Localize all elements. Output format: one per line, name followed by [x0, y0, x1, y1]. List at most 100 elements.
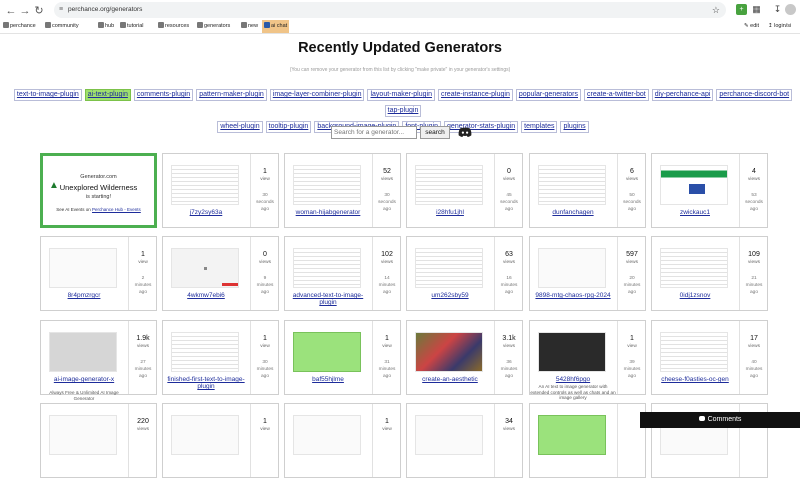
ad-status: is starting! [85, 194, 112, 200]
generator-card[interactable]: create-an-aesthetic 3.1k views 36 minutes ago [406, 320, 523, 395]
generator-thumbnail[interactable] [171, 415, 239, 455]
generator-thumbnail[interactable] [171, 248, 239, 288]
views-label: views [503, 177, 515, 182]
generator-card[interactable]: advanced-text-to-image-plugin 102 views 14 m… [284, 236, 401, 311]
views-label: view [260, 177, 270, 182]
generator-thumbnail[interactable] [415, 248, 483, 288]
generator-name-link[interactable]: dunfanchagen [530, 209, 616, 216]
age-part: 31 [384, 360, 390, 365]
generator-thumbnail[interactable] [538, 332, 606, 372]
view-count: 220 [137, 418, 149, 425]
views-label: views [381, 177, 393, 182]
age-part: minutes [623, 367, 641, 372]
age-part: ago [382, 290, 391, 295]
generator-name-link[interactable]: baf55hjlme [285, 376, 371, 383]
generator-card[interactable]: 34 views [406, 403, 523, 478]
generator-card[interactable]: i28hfu1jhl 0 views 45 seconds ago [406, 153, 523, 228]
generator-thumbnail[interactable] [538, 415, 606, 455]
generator-card[interactable]: ai-image-generator-x Always Free & Unlimi… [40, 320, 157, 401]
age-part: seconds [745, 200, 763, 205]
generator-thumbnail[interactable] [293, 165, 361, 205]
generator-thumbnail[interactable] [660, 248, 728, 288]
generator-name-link[interactable]: advanced-text-to-image-plugin [285, 292, 371, 306]
generator-thumbnail[interactable] [538, 165, 606, 205]
generator-thumbnail[interactable] [49, 415, 117, 455]
age-part: 16 [506, 276, 512, 281]
generator-thumbnail[interactable] [660, 165, 728, 205]
generator-name-link[interactable]: um262sby59 [407, 292, 493, 299]
generator-thumbnail[interactable] [293, 415, 361, 455]
generator-card[interactable]: finished-first-text-to-image-plugin 1 view… [162, 320, 279, 395]
generator-name-link[interactable]: j7zy2sy63a [163, 209, 249, 216]
generator-card[interactable]: baf55hjlme 1 view 31 minutes ago [284, 320, 401, 395]
generator-name-link[interactable]: 5428hf6pgo [530, 376, 616, 383]
generator-name-link[interactable]: 4wkmw7ebi6 [163, 292, 249, 299]
generator-name-link[interactable]: woman-hijabgenerator [285, 209, 371, 216]
generator-card[interactable]: 1 view [284, 403, 401, 478]
generator-card[interactable] [529, 403, 646, 478]
generator-thumbnail[interactable] [538, 248, 606, 288]
comments-button[interactable]: Comments [640, 412, 800, 428]
view-count: 597 [626, 251, 638, 258]
age-part: ago [138, 290, 147, 295]
ad-headline: Unexplored Wilderness [59, 183, 138, 192]
generator-card[interactable]: zwickauc1 4 views 53 seconds ago [651, 153, 768, 228]
generator-thumbnail[interactable] [293, 332, 361, 372]
generator-name-link[interactable]: 8r4pmzrgcr [41, 292, 127, 299]
age-part: 9 [263, 276, 267, 281]
generator-card[interactable]: 4wkmw7ebi6 0 views 9 minutes ago [162, 236, 279, 311]
view-count: 17 [750, 335, 758, 342]
view-count: 102 [381, 251, 393, 258]
updated-age: 21 minutes ago [740, 275, 768, 296]
generator-thumbnail[interactable] [49, 332, 117, 372]
generator-name-link[interactable]: 0idj1zsnov [652, 292, 738, 299]
updated-age: 14 minutes ago [373, 275, 401, 296]
generator-card[interactable]: 8r4pmzrgcr 1 view 2 minutes ago [40, 236, 157, 311]
generator-card[interactable]: um262sby59 63 views 16 minutes ago [406, 236, 523, 311]
age-part: 20 [629, 276, 635, 281]
age-part: ago [138, 374, 147, 379]
generator-thumbnail[interactable] [171, 332, 239, 372]
age-part: minutes [256, 283, 274, 288]
generator-name-link[interactable]: i28hfu1jhl [407, 209, 493, 216]
generator-card[interactable]: 5428hf6pgo An AI text to image generator … [529, 320, 646, 400]
views-label: views [381, 260, 393, 265]
generator-thumbnail[interactable] [293, 248, 361, 288]
updated-age: 39 minutes ago [618, 359, 646, 380]
generator-thumbnail[interactable] [415, 415, 483, 455]
generator-name-link[interactable]: cheese-f0asties-oc-gen [652, 376, 738, 383]
generator-stats: 1 view 2 minutes ago [128, 237, 156, 310]
generator-card[interactable]: 9898-mtg-chaos-rpg-2024 597 views 20 minutes… [529, 236, 646, 311]
event-ad-card[interactable]: Generator.com ▲ Unexplored Wilderness is… [40, 153, 157, 228]
generator-thumbnail[interactable] [415, 332, 483, 372]
generator-name-link[interactable]: finished-first-text-to-image-plugin [163, 376, 249, 390]
age-part: ago [504, 207, 513, 212]
generator-thumbnail[interactable] [171, 165, 239, 205]
generator-card[interactable]: dunfanchagen 6 views 50 seconds ago [529, 153, 646, 228]
generator-thumbnail[interactable] [660, 332, 728, 372]
generator-card[interactable]: 220 views [40, 403, 157, 478]
age-part: minutes [500, 367, 518, 372]
generator-stats: 34 views [494, 404, 522, 477]
generator-card[interactable]: woman-hijabgenerator 52 views 30 seconds ago [284, 153, 401, 228]
generator-name-link[interactable]: zwickauc1 [652, 209, 738, 216]
generator-card[interactable]: 1 view [162, 403, 279, 478]
age-part: ago [627, 207, 636, 212]
updated-age: 16 minutes ago [495, 275, 523, 296]
ad-footer: See AI Events on Perchance Hub - Events [56, 207, 141, 212]
generator-card[interactable]: 0idj1zsnov 109 views 21 minutes ago [651, 236, 768, 311]
generator-name-link[interactable]: create-an-aesthetic [407, 376, 493, 383]
event-ad: Generator.com ▲ Unexplored Wilderness is… [43, 156, 154, 225]
view-count: 3.1k [502, 335, 516, 342]
thumb-mark [689, 184, 705, 194]
generator-thumbnail[interactable] [49, 248, 117, 288]
generator-card[interactable]: cheese-f0asties-oc-gen 17 views 40 minutes ag… [651, 320, 768, 395]
generator-name-link[interactable]: ai-image-generator-x [41, 376, 127, 383]
generator-card[interactable]: j7zy2sy63a 1 view 30 seconds ago [162, 153, 279, 228]
generator-name-link[interactable]: 9898-mtg-chaos-rpg-2024 [530, 292, 616, 299]
generator-stats: 597 views 20 minutes ago [617, 237, 645, 310]
generator-thumbnail[interactable] [415, 165, 483, 205]
views-label: views [503, 344, 515, 349]
hub-events-link[interactable]: Perchance Hub - Events [92, 207, 141, 212]
updated-age: 30 minutes ago [251, 359, 279, 380]
